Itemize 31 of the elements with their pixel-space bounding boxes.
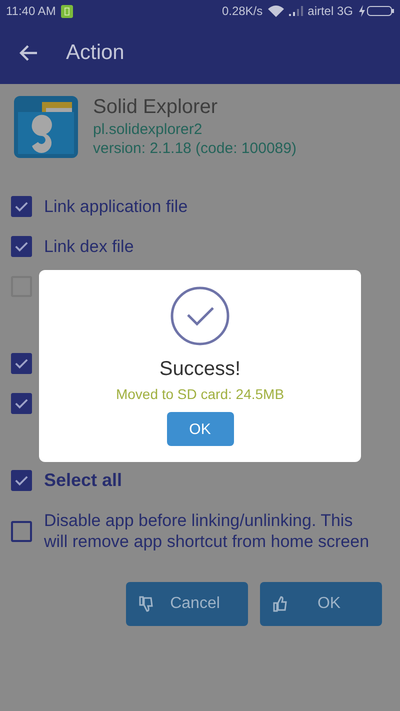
option-label: Link application file — [44, 196, 188, 217]
app-name: Solid Explorer — [93, 96, 219, 119]
check-circle-icon — [170, 286, 230, 346]
checkbox[interactable] — [11, 520, 32, 542]
wifi-icon — [268, 5, 284, 17]
battery-charging-icon — [358, 5, 394, 17]
ok-button[interactable]: OK — [260, 582, 382, 626]
dialog-title: Success! — [159, 358, 241, 381]
checkbox[interactable] — [11, 196, 32, 217]
select-all-label: Select all — [44, 470, 122, 491]
carrier: airtel 3G — [308, 4, 353, 18]
checkbox[interactable] — [11, 470, 32, 491]
checkbox[interactable] — [11, 353, 32, 374]
checkbox[interactable] — [11, 236, 32, 257]
app-version: version: 2.1.18 (code: 100089) — [93, 140, 296, 157]
screen-title: Action — [66, 41, 124, 65]
battery-saver-icon — [60, 4, 73, 18]
package-name: pl.solidexplorer2 — [93, 121, 204, 138]
cancel-button[interactable]: Cancel — [126, 582, 248, 626]
option-label: Link dex file — [44, 236, 134, 257]
option-label: Disable app before linking/unlinking. This will remove app shortcut from home screen — [44, 510, 370, 552]
app-icon — [14, 96, 78, 158]
back-arrow-icon[interactable] — [18, 44, 38, 62]
ok-button[interactable]: OK — [166, 412, 234, 446]
thumbs-up-icon — [272, 596, 288, 612]
thumbs-down-icon — [138, 596, 154, 612]
dialog-message: Moved to SD card: 24.5MB — [116, 386, 284, 402]
checkbox[interactable] — [11, 393, 32, 414]
network-speed: 0.28K/s — [222, 4, 263, 18]
signal-icon — [288, 6, 303, 16]
clock: 11:40 AM — [6, 4, 56, 18]
